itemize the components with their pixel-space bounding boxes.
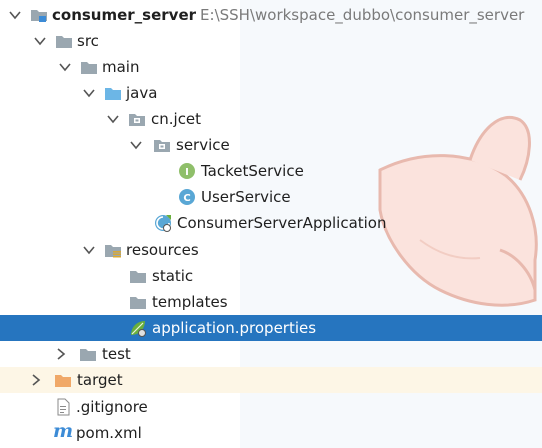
chevron-right-icon[interactable] xyxy=(28,372,44,388)
class-icon: C xyxy=(179,189,195,205)
tree-label-test: test xyxy=(102,345,131,363)
tree-label-target: target xyxy=(77,371,123,389)
tree-row-templates[interactable]: templates xyxy=(0,289,542,315)
package-icon xyxy=(129,114,145,126)
tree-label-pom-xml: pom.xml xyxy=(76,424,142,442)
spring-properties-icon xyxy=(131,321,146,337)
tree-label-templates: templates xyxy=(152,293,228,311)
tree-row-test[interactable]: test xyxy=(0,341,542,367)
package-icon xyxy=(154,140,170,152)
tree-label-java: java xyxy=(126,84,158,102)
folder-icon xyxy=(80,349,96,361)
chevron-right-icon[interactable] xyxy=(53,346,69,362)
resources-folder-icon xyxy=(105,245,121,258)
tree-label-tacket-service: TacketService xyxy=(201,162,304,180)
tree-label-service: service xyxy=(176,136,230,154)
interface-icon: I xyxy=(179,163,195,179)
tree-label-cn-jcet: cn.jcet xyxy=(151,110,202,128)
tree-row-static[interactable]: static xyxy=(0,263,542,289)
chevron-down-icon[interactable] xyxy=(81,85,97,101)
tree-row-tacket-service[interactable]: I TacketService xyxy=(0,158,542,184)
spring-boot-class-icon xyxy=(155,215,171,232)
tree-label-static: static xyxy=(152,267,194,285)
tree-label-src: src xyxy=(77,32,99,50)
tree-label-application-properties: application.properties xyxy=(152,319,317,337)
tree-label-gitignore: .gitignore xyxy=(76,398,148,416)
chevron-down-icon[interactable] xyxy=(128,137,144,153)
chevron-down-icon[interactable] xyxy=(32,33,48,49)
project-path: E:\SSH\workspace_dubbo\consumer_server xyxy=(200,6,525,24)
class-badge-letter: C xyxy=(183,193,190,204)
project-title: consumer_server E:\SSH\workspace_dubbo\co… xyxy=(52,5,524,25)
folder-icon xyxy=(130,271,146,283)
folder-icon xyxy=(130,297,146,309)
tree-row-gitignore[interactable]: .gitignore xyxy=(0,394,542,420)
tree-label-user-service: UserService xyxy=(201,188,291,206)
tree-row-pom-xml[interactable]: m pom.xml xyxy=(0,420,542,446)
tree-row-service[interactable]: service xyxy=(0,132,542,158)
tree-row-main[interactable]: main xyxy=(0,54,542,80)
tree-label-resources: resources xyxy=(126,241,199,259)
chevron-down-icon[interactable] xyxy=(7,7,23,23)
folder-icon xyxy=(81,62,97,74)
tree-row-cn-jcet[interactable]: cn.jcet xyxy=(0,106,542,132)
interface-badge-letter: I xyxy=(185,167,189,178)
folder-icon xyxy=(56,36,72,48)
tree-row-target[interactable]: target xyxy=(0,367,542,393)
chevron-down-icon[interactable] xyxy=(57,59,73,75)
chevron-down-icon[interactable] xyxy=(105,111,121,127)
tree-label-consumer-server-application: ConsumerServerApplication xyxy=(177,214,387,232)
tree-row-resources[interactable]: resources xyxy=(0,237,542,263)
tree-label-main: main xyxy=(102,58,140,76)
project-name: consumer_server xyxy=(52,6,197,24)
tree-row-consumer-server-application[interactable]: ConsumerServerApplication xyxy=(0,210,542,236)
excluded-folder-icon xyxy=(55,375,71,387)
tree-row-application-properties[interactable]: application.properties xyxy=(0,315,542,341)
tree-row-project-root[interactable]: consumer_server E:\SSH\workspace_dubbo\co… xyxy=(0,2,542,28)
chevron-down-icon[interactable] xyxy=(81,242,97,258)
text-file-icon xyxy=(57,398,70,416)
maven-icon: m xyxy=(53,420,74,442)
tree-row-java[interactable]: java xyxy=(0,80,542,106)
module-folder-icon xyxy=(31,10,47,22)
tree-row-user-service[interactable]: C UserService xyxy=(0,184,542,210)
tree-row-src[interactable]: src xyxy=(0,28,542,54)
source-folder-icon xyxy=(105,88,121,100)
